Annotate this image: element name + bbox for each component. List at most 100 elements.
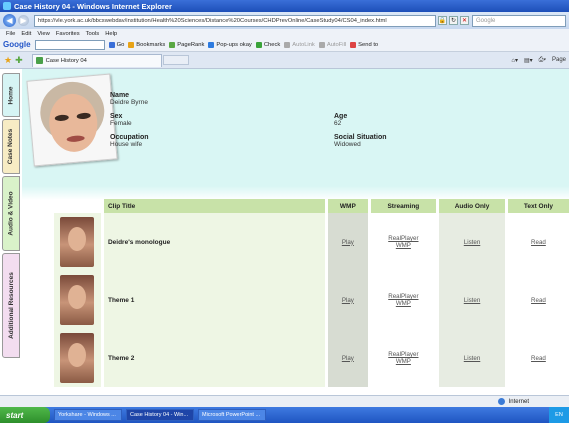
audio-cell: Listen [437, 213, 508, 271]
name-block: Name Deidre Byrne [110, 92, 148, 106]
social-block: Social Situation Widowed [334, 134, 387, 148]
taskbar: start Yorkshare - Windows ... Case Histo… [0, 407, 569, 423]
sex-block: Sex Female [110, 113, 132, 127]
start-button[interactable]: start [0, 407, 50, 423]
page-content: Home Case Notes Audio & Video Additional… [0, 69, 569, 395]
clip-title: Theme 2 [102, 329, 329, 387]
menu-bar: File Edit View Favorites Tools Help [0, 29, 569, 38]
feeds-icon[interactable]: ▤▾ [524, 57, 533, 64]
streaming-cell: RealPlayer WMP [369, 329, 440, 387]
header-text-only: Text Only [506, 199, 569, 213]
check-button[interactable]: Check [255, 41, 280, 48]
forward-button[interactable]: ▶ [18, 15, 29, 26]
patient-info-panel: Name Deidre Byrne Sex Female Occupation … [22, 69, 569, 186]
ie-icon [3, 2, 11, 10]
table-row: Theme 2 Play RealPlayer WMP Listen Read [54, 329, 569, 387]
tab-additional-resources[interactable]: Additional Resources [2, 253, 20, 358]
menu-edit[interactable]: Edit [21, 31, 31, 37]
back-button[interactable]: ◀ [3, 14, 16, 27]
play-link[interactable]: Play [342, 239, 354, 246]
menu-tools[interactable]: Tools [86, 31, 100, 37]
clip-thumbnail [54, 329, 104, 387]
realplayer-link[interactable]: RealPlayer [388, 235, 418, 242]
menu-view[interactable]: View [37, 31, 49, 37]
tab-audio-video[interactable]: Audio & Video [2, 176, 20, 251]
tab-case-notes[interactable]: Case Notes [2, 119, 20, 174]
listen-link[interactable]: Listen [464, 239, 481, 246]
header-audio-only: Audio Only [437, 199, 508, 213]
audio-cell: Listen [437, 271, 508, 329]
new-tab-button[interactable] [162, 55, 189, 65]
social-label: Social Situation [334, 134, 387, 141]
listen-link[interactable]: Listen [464, 355, 481, 362]
read-link[interactable]: Read [531, 239, 546, 246]
home-icon[interactable]: ⌂▾ [511, 57, 518, 64]
side-tabs: Home Case Notes Audio & Video Additional… [0, 69, 22, 395]
status-zone: Internet [508, 398, 529, 405]
popup-blocker-button[interactable]: Pop-ups okay [208, 41, 252, 48]
header-clip-title: Clip Title [102, 199, 329, 213]
autofill-button[interactable]: AutoFill [318, 41, 346, 48]
sex-value: Female [110, 120, 132, 127]
pagerank-button[interactable]: PageRank [169, 41, 204, 48]
clips-table: Clip Title WMP Streaming Audio Only Text… [54, 199, 569, 387]
taskbar-item-case-history[interactable]: Case History 04 - Win... [126, 409, 194, 421]
listen-link[interactable]: Listen [464, 297, 481, 304]
wmp-stream-link[interactable]: WMP [396, 242, 411, 249]
tab-case-history[interactable]: Case History 04 [31, 53, 162, 67]
clip-thumbnail [54, 213, 104, 271]
wmp-stream-link[interactable]: WMP [396, 300, 411, 307]
menu-favorites[interactable]: Favorites [56, 31, 80, 37]
sex-label: Sex [110, 113, 123, 120]
clip-title: Theme 1 [102, 271, 329, 329]
streaming-cell: RealPlayer WMP [369, 213, 440, 271]
refresh-icon[interactable]: ↻ [449, 16, 458, 25]
globe-icon [497, 398, 505, 405]
tab-home[interactable]: Home [2, 73, 20, 117]
go-button[interactable]: Go [108, 41, 124, 48]
favorites-star-icon[interactable]: ★ [4, 55, 12, 66]
read-link[interactable]: Read [531, 297, 546, 304]
realplayer-link[interactable]: RealPlayer [388, 351, 418, 358]
patient-photo [26, 73, 118, 167]
read-link[interactable]: Read [531, 355, 546, 362]
autolink-button[interactable]: AutoLink [284, 41, 315, 48]
text-cell: Read [506, 329, 569, 387]
google-toolbar: Google Go Bookmarks PageRank Pop-ups oka… [0, 38, 569, 52]
taskbar-item-yorkshare[interactable]: Yorkshare - Windows ... [54, 409, 122, 421]
google-logo: Google [3, 40, 31, 49]
menu-help[interactable]: Help [105, 31, 117, 37]
header-wmp: WMP [326, 199, 371, 213]
section-divider [22, 186, 569, 200]
social-value: Widowed [334, 141, 361, 148]
google-search-input[interactable] [34, 39, 105, 50]
wmp-cell: Play [326, 329, 371, 387]
bookmarks-button[interactable]: Bookmarks [128, 41, 165, 48]
play-link[interactable]: Play [342, 297, 354, 304]
realplayer-link[interactable]: RealPlayer [388, 293, 418, 300]
age-block: Age 62 [334, 113, 347, 127]
send-to-button[interactable]: Send to [350, 41, 378, 48]
stop-icon[interactable]: ✕ [460, 16, 469, 25]
page-icon [35, 57, 43, 64]
menu-file[interactable]: File [6, 31, 15, 37]
lock-icon[interactable]: 🔒 [438, 16, 447, 25]
add-favorite-icon[interactable]: ✚ [15, 55, 23, 66]
occupation-value: House wife [110, 141, 143, 148]
streaming-cell: RealPlayer WMP [369, 271, 440, 329]
wmp-cell: Play [326, 213, 371, 271]
name-value: Deidre Byrne [110, 99, 148, 106]
status-bar: Internet [0, 395, 569, 407]
print-icon[interactable]: ⎙▾ [539, 57, 546, 64]
search-placeholder: Google [476, 17, 496, 24]
window-title: Case History 04 - Windows Internet Explo… [14, 1, 172, 11]
address-text: https://vle.york.ac.uk/bbcswebdav/instit… [38, 17, 387, 24]
wmp-cell: Play [326, 271, 371, 329]
wmp-stream-link[interactable]: WMP [396, 358, 411, 365]
search-input[interactable]: Google [472, 14, 566, 27]
play-link[interactable]: Play [342, 355, 354, 362]
taskbar-item-powerpoint[interactable]: Microsoft PowerPoint ... [198, 409, 266, 421]
page-menu[interactable]: Page [552, 57, 566, 63]
address-bar[interactable]: https://vle.york.ac.uk/bbcswebdav/instit… [34, 14, 436, 27]
main-pane: Name Deidre Byrne Sex Female Occupation … [22, 69, 569, 395]
